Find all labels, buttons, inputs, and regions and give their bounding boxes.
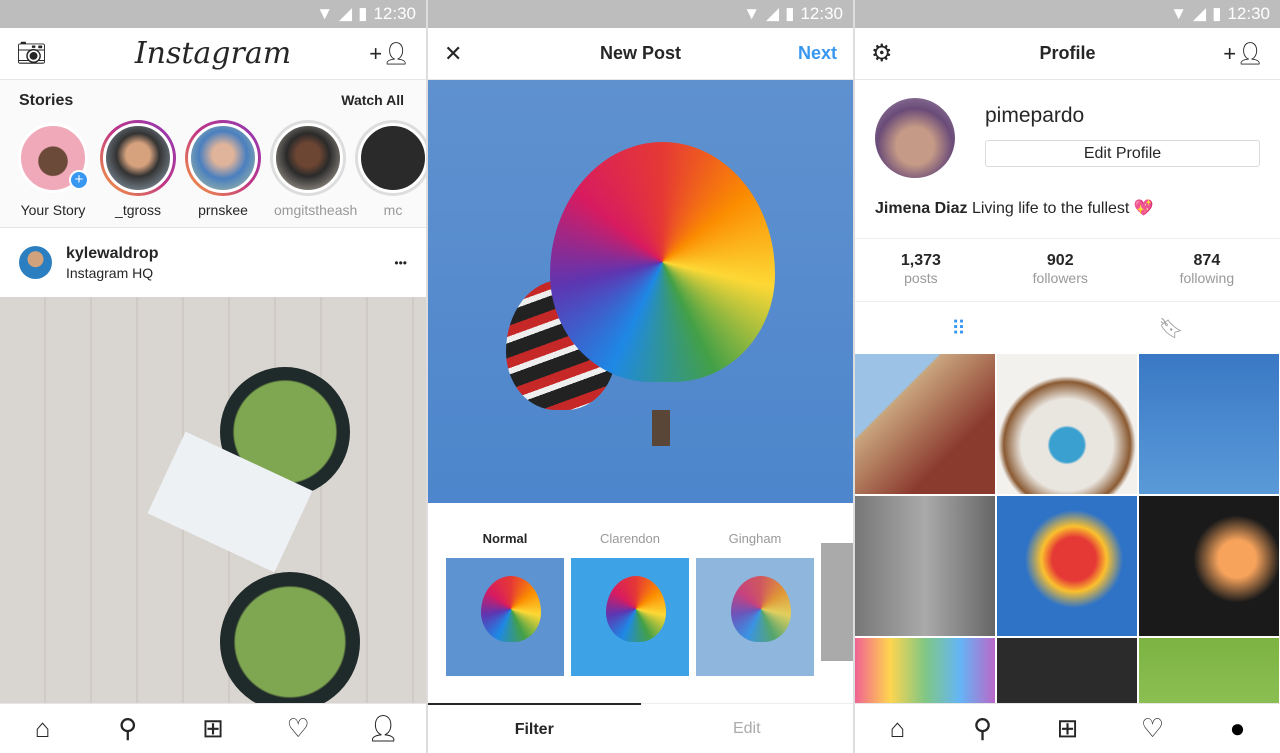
heart-icon[interactable]: ♡ <box>278 713 318 744</box>
more-options-icon[interactable]: ••• <box>394 256 407 270</box>
profile-screen: ▼ ◢ ▮ 12:30 ⚙ Profile +👤︎ pimepardo Edit Pr… <box>855 0 1280 753</box>
add-user-icon[interactable]: +👤︎ <box>1223 41 1264 67</box>
status-time: 12:30 <box>800 4 843 23</box>
home-icon[interactable]: ⌂ <box>23 713 63 744</box>
profile-info: pimepardo Edit Profile Jimena Diaz Livin… <box>855 80 1280 238</box>
add-story-icon[interactable]: + <box>69 170 89 190</box>
status-time: 12:30 <box>373 4 416 23</box>
grid-post[interactable] <box>855 354 995 494</box>
bio-text: Living life to the fullest 💖 <box>971 200 1154 217</box>
tab-filter[interactable]: Filter <box>428 703 641 753</box>
profile-tabs: ⠿ 🔖︎ <box>855 302 1280 354</box>
story-name: prnskee <box>198 202 248 218</box>
stories-tray: Stories Watch All + Your Story _tgross prn… <box>0 80 426 228</box>
instagram-logo: Instagram <box>134 36 292 71</box>
stories-label: Stories <box>19 92 74 109</box>
filter-thumbnail[interactable] <box>696 558 814 676</box>
wifi-icon: ▼ <box>316 4 334 23</box>
signal-icon: ◢ <box>1193 4 1207 23</box>
wifi-icon: ▼ <box>1170 4 1188 23</box>
grid-post[interactable] <box>1139 354 1279 494</box>
story-name: omgitstheash <box>274 202 358 218</box>
new-post-tabs: Filter Edit <box>428 703 853 753</box>
grid-post[interactable] <box>855 496 995 636</box>
status-bar: ▼ ◢ ▮ 12:30 <box>855 0 1280 28</box>
avatar[interactable] <box>875 98 955 178</box>
bottom-nav: ⌂ ⚲ ⊞ ♡ ● <box>855 703 1280 753</box>
battery-icon: ▮ <box>1212 4 1222 23</box>
story-name: _tgross <box>115 202 161 218</box>
profile-icon[interactable]: ● <box>1218 713 1258 744</box>
post-photo[interactable] <box>0 297 426 712</box>
settings-gear-icon[interactable]: ⚙ <box>871 39 893 68</box>
stat-followers[interactable]: 902 followers <box>1033 252 1088 288</box>
story-item[interactable]: prnskee <box>185 120 261 218</box>
bottom-nav: ⌂ ⚲ ⊞ ♡ 👤︎ <box>0 703 426 753</box>
post-grid <box>855 354 1280 753</box>
grid-post[interactable] <box>1139 496 1279 636</box>
feed-header: 📷︎ Instagram +👤︎ <box>0 28 426 80</box>
new-post-icon[interactable]: ⊞ <box>193 713 233 744</box>
profile-username: pimepardo <box>985 104 1085 127</box>
filter-normal[interactable]: Normal <box>446 531 564 676</box>
edit-profile-button[interactable]: Edit Profile <box>985 140 1260 167</box>
story-item[interactable]: omgitstheash <box>270 120 357 218</box>
filter-gingham[interactable]: Gingham <box>696 531 814 676</box>
post-location[interactable]: Instagram HQ <box>66 265 380 281</box>
new-post-screen: ▼ ◢ ▮ 12:30 ✕ New Post Next Normal Clarendo… <box>428 0 853 753</box>
story-item[interactable]: _tgross <box>100 120 176 218</box>
heart-icon[interactable]: ♡ <box>1133 713 1173 744</box>
stat-following[interactable]: 874 following <box>1180 252 1234 288</box>
wifi-icon: ▼ <box>743 4 761 23</box>
feed-screen: ▼ ◢ ▮ 12:30 📷︎ Instagram +👤︎ Stories Watch A… <box>0 0 426 753</box>
post-preview-image <box>428 80 853 503</box>
status-bar: ▼ ◢ ▮ 12:30 <box>428 0 853 28</box>
new-post-icon[interactable]: ⊞ <box>1048 713 1088 744</box>
search-icon[interactable]: ⚲ <box>108 713 148 744</box>
next-button[interactable]: Next <box>798 43 837 64</box>
filter-next[interactable] <box>821 531 853 676</box>
home-icon[interactable]: ⌂ <box>878 713 918 744</box>
post-header: kylewaldrop Instagram HQ ••• <box>0 228 426 297</box>
status-time: 12:30 <box>1227 4 1270 23</box>
grid-post[interactable] <box>997 496 1137 636</box>
filter-strip: Normal Clarendon Gingham <box>428 531 853 676</box>
signal-icon: ◢ <box>766 4 780 23</box>
tab-edit[interactable]: Edit <box>641 704 854 753</box>
close-icon[interactable]: ✕ <box>444 41 462 67</box>
battery-icon: ▮ <box>785 4 795 23</box>
grid-icon[interactable]: ⠿ <box>951 316 966 341</box>
bookmark-icon[interactable]: 🔖︎ <box>1158 316 1183 341</box>
story-name: mc <box>383 202 403 218</box>
profile-icon[interactable]: 👤︎ <box>363 713 403 744</box>
watch-all-link[interactable]: Watch All <box>341 92 404 110</box>
profile-header: ⚙ Profile +👤︎ <box>855 28 1280 80</box>
filter-clarendon[interactable]: Clarendon <box>571 531 689 676</box>
full-name: Jimena Diaz <box>875 200 968 217</box>
profile-stats: 1,373 posts 902 followers 874 following <box>855 238 1280 302</box>
story-item[interactable]: + Your Story <box>18 120 89 218</box>
filter-thumbnail[interactable] <box>571 558 689 676</box>
battery-icon: ▮ <box>358 4 368 23</box>
signal-icon: ◢ <box>339 4 353 23</box>
grid-post[interactable] <box>997 354 1137 494</box>
page-title: Profile <box>1039 43 1096 63</box>
stat-posts[interactable]: 1,373 posts <box>901 252 941 288</box>
status-bar: ▼ ◢ ▮ 12:30 <box>0 0 426 28</box>
new-post-header: ✕ New Post Next <box>428 28 853 80</box>
filter-thumbnail[interactable] <box>446 558 564 676</box>
story-item[interactable]: mc <box>355 120 426 218</box>
post-username[interactable]: kylewaldrop <box>66 245 380 263</box>
page-title: New Post <box>599 43 682 63</box>
avatar[interactable] <box>19 246 52 279</box>
story-name: Your Story <box>20 202 86 218</box>
search-icon[interactable]: ⚲ <box>963 713 1003 744</box>
